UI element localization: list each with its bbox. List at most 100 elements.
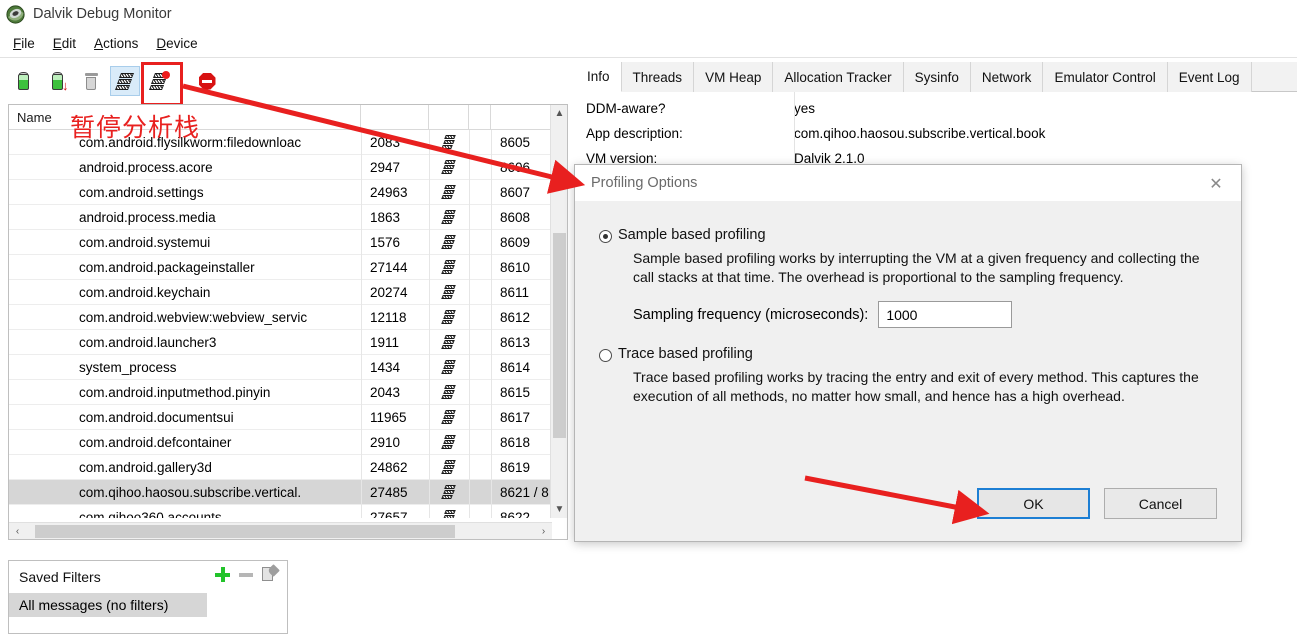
column-header-pid[interactable] [361, 105, 429, 130]
process-status-cell [469, 455, 491, 480]
process-status-cell [469, 505, 491, 518]
saved-filter-item[interactable]: All messages (no filters) [9, 593, 207, 617]
tabstrip: Info Threads VM Heap Allocation Tracker Sysi… [576, 62, 1297, 92]
table-row[interactable]: com.qihoo.haosou.subscribe.vertical. 2748… [9, 480, 567, 505]
table-row[interactable]: com.android.documentsui 11965 8617 [9, 405, 567, 430]
trash-icon [84, 72, 98, 90]
process-status-cell [469, 480, 491, 505]
process-name: com.android.launcher3 [79, 335, 217, 350]
sampling-frequency-label: Sampling frequency (microseconds): [633, 306, 869, 323]
table-row[interactable]: com.android.gallery3d 24862 8619 [9, 455, 567, 480]
process-pid: 1911 [361, 330, 429, 355]
menu-device[interactable]: Device [147, 34, 206, 53]
menu-actions[interactable]: Actions [85, 34, 147, 53]
process-table-body[interactable]: com.android.flysilkworm:filedownloac 2083… [9, 130, 567, 518]
dialog-title: Profiling Options [591, 175, 698, 191]
sampling-frequency-input[interactable] [878, 301, 1013, 328]
tab-vm-heap[interactable]: VM Heap [694, 62, 774, 92]
tab-sysinfo[interactable]: Sysinfo [903, 62, 971, 92]
tab-threads[interactable]: Threads [621, 62, 695, 92]
table-row[interactable]: com.qihoo360.accounts 27657 8622 [9, 505, 567, 518]
process-list-panel[interactable]: Name com.android.flysilkworm:filedownloa… [8, 104, 568, 540]
heap-updates-button[interactable] [8, 66, 38, 96]
cause-gc-button[interactable]: ↓ [42, 66, 72, 96]
plus-icon[interactable] [215, 567, 230, 582]
sampling-frequency-row: Sampling frequency (microseconds): [633, 301, 1217, 328]
trace-based-profiling-option[interactable]: Trace based profiling [599, 346, 1217, 362]
process-status-cell [469, 305, 491, 330]
tab-info[interactable]: Info [576, 62, 622, 92]
start-method-profiling-button[interactable] [110, 66, 140, 96]
table-row[interactable]: system_process 1434 8614 [9, 355, 567, 380]
trace-radio-icon[interactable] [599, 349, 612, 362]
process-name: com.android.documentsui [79, 410, 234, 425]
process-debug-icon [429, 330, 469, 355]
hscroll-thumb[interactable] [35, 525, 455, 538]
tab-emulator-control[interactable]: Emulator Control [1043, 62, 1168, 92]
sample-based-profiling-option[interactable]: Sample based profiling [599, 227, 1217, 243]
menu-file[interactable]: File [4, 34, 44, 53]
halt-vm-button[interactable] [76, 66, 106, 96]
process-status-cell [469, 430, 491, 455]
table-row[interactable]: android.process.acore 2947 8606 [9, 155, 567, 180]
saved-filters-panel: Saved Filters All messages (no filters) [8, 560, 288, 634]
scroll-down-icon[interactable]: ▼ [551, 501, 567, 518]
process-status-cell [469, 230, 491, 255]
info-key: App description: [586, 126, 683, 141]
table-row[interactable]: com.android.systemui 1576 8609 [9, 230, 567, 255]
heap-updates-icon [17, 71, 29, 91]
sample-radio-icon[interactable] [599, 230, 612, 243]
process-pid: 2910 [361, 430, 429, 455]
table-row[interactable]: com.android.keychain 20274 8611 [9, 280, 567, 305]
process-list-vscrollbar[interactable]: ▲ ▼ [550, 105, 567, 518]
column-header-icon[interactable] [429, 105, 469, 130]
process-debug-icon [429, 130, 469, 155]
vscroll-thumb[interactable] [553, 233, 566, 438]
table-row[interactable]: com.android.defcontainer 2910 8618 [9, 430, 567, 455]
close-icon[interactable]: ✕ [1205, 173, 1227, 195]
process-name: com.android.settings [79, 185, 204, 200]
table-row[interactable]: android.process.media 1863 8608 [9, 205, 567, 230]
saved-filters-title: Saved Filters [19, 569, 101, 585]
process-debug-icon [429, 205, 469, 230]
scroll-up-icon[interactable]: ▲ [551, 105, 567, 122]
process-pid: 20274 [361, 280, 429, 305]
process-name: android.process.media [79, 210, 216, 225]
table-row[interactable]: com.android.webview:webview_servic 12118 8… [9, 305, 567, 330]
tab-network[interactable]: Network [970, 62, 1044, 92]
process-status-cell [469, 280, 491, 305]
tab-event-log[interactable]: Event Log [1167, 62, 1252, 92]
menu-edit[interactable]: Edit [44, 34, 85, 53]
column-header-gap[interactable] [469, 105, 491, 130]
scroll-left-icon[interactable]: ‹ [9, 523, 26, 539]
column-header-port[interactable] [491, 105, 552, 130]
minus-icon[interactable] [239, 572, 253, 577]
process-pid: 12118 [361, 305, 429, 330]
ok-button[interactable]: OK [977, 488, 1090, 519]
process-list-hscrollbar[interactable]: ‹ › [9, 522, 552, 539]
edit-icon[interactable] [262, 564, 280, 582]
process-name: com.android.packageinstaller [79, 260, 255, 275]
tab-allocation-tracker[interactable]: Allocation Tracker [773, 62, 904, 92]
process-pid: 27485 [361, 480, 429, 505]
table-row[interactable]: com.android.settings 24963 8607 [9, 180, 567, 205]
stop-method-profiling-button[interactable] [141, 62, 183, 106]
process-debug-icon [429, 155, 469, 180]
info-tab-content: DDM-aware? yes App description: com.qihoo.h… [576, 92, 1297, 176]
table-row[interactable]: com.android.packageinstaller 27144 8610 [9, 255, 567, 280]
process-status-cell [469, 155, 491, 180]
info-row: App description: com.qihoo.haosou.subscri… [576, 121, 1297, 146]
process-name: com.qihoo.haosou.subscribe.vertical. [79, 485, 302, 500]
cancel-button[interactable]: Cancel [1104, 488, 1217, 519]
process-debug-icon [429, 405, 469, 430]
process-name: com.android.defcontainer [79, 435, 232, 450]
stop-process-button[interactable] [192, 66, 222, 96]
table-row[interactable]: com.android.inputmethod.pinyin 2043 8615 [9, 380, 567, 405]
scroll-right-icon[interactable]: › [535, 523, 552, 539]
table-row[interactable]: com.android.launcher3 1911 8613 [9, 330, 567, 355]
process-name: system_process [79, 360, 177, 375]
process-debug-icon [429, 480, 469, 505]
method-profiling-icon [114, 72, 135, 91]
process-status-cell [469, 380, 491, 405]
process-name: com.android.webview:webview_servic [79, 310, 308, 325]
